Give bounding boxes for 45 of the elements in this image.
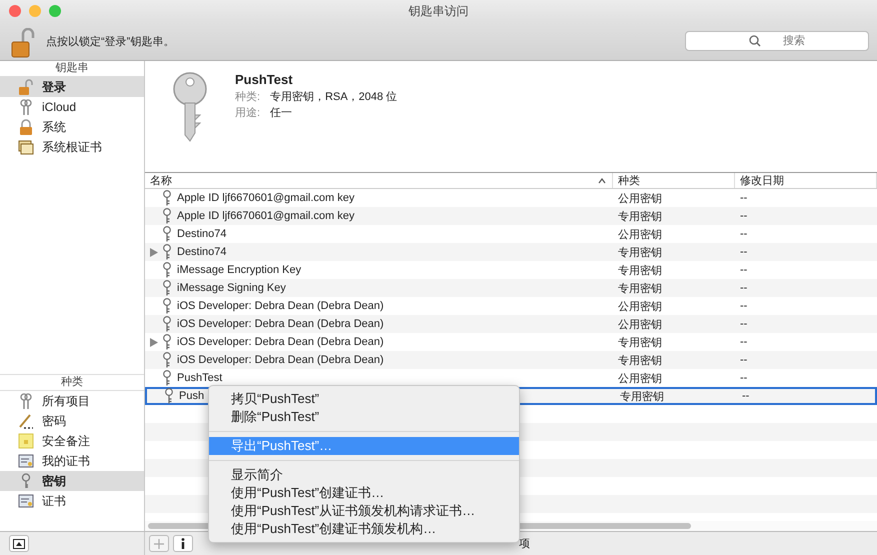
table-cell-text: 公用密钥 <box>618 300 662 314</box>
section-header: 种类 <box>0 374 144 391</box>
table-cell: -- <box>740 264 748 276</box>
table-cell: iOS Developer: Debra Dean (Debra Dean) <box>177 300 384 312</box>
table-cell-text: 公用密钥 <box>618 192 662 206</box>
table-cell: Destino74 <box>177 246 227 258</box>
table-cell: -- <box>740 372 748 384</box>
item-count: 项 <box>519 537 530 551</box>
table-cell: -- <box>740 246 748 258</box>
table-cell: -- <box>740 336 748 348</box>
table-cell-text: 专用密钥 <box>618 246 662 260</box>
table-cell: Push <box>179 390 204 402</box>
table-cell-text: 专用密钥 <box>620 390 664 404</box>
table-cell-text: 专用密钥 <box>618 282 662 296</box>
table-cell: iOS Developer: Debra Dean (Debra Dean) <box>177 336 384 348</box>
table-cell: -- <box>740 354 748 366</box>
table-cell-text: 专用密钥 <box>618 264 662 278</box>
field-value: 专用密钥，RSA，2048 位 <box>270 90 398 105</box>
table-cell: iOS Developer: Debra Dean (Debra Dean) <box>177 318 384 330</box>
field-label: 种类: <box>235 90 260 105</box>
table-cell: -- <box>740 228 748 240</box>
table-cell: PushTest <box>177 372 222 384</box>
table-cell: iMessage Encryption Key <box>177 264 302 276</box>
table-cell-text: 公用密钥 <box>618 228 662 242</box>
table-cell: Destino74 <box>177 228 227 240</box>
table-cell-text: 专用密钥 <box>618 210 662 224</box>
table-cell: -- <box>740 300 748 312</box>
table-cell: iOS Developer: Debra Dean (Debra Dean) <box>177 354 384 366</box>
window-title: 钥匙串访问 <box>408 2 470 20</box>
table-cell-text: 公用密钥 <box>618 372 662 386</box>
table-cell-text: 公用密钥 <box>618 318 662 332</box>
field-label: 用途: <box>235 106 260 121</box>
table-cell: -- <box>740 282 748 294</box>
lock-hint: 点按以锁定“登录”钥匙串。 <box>46 34 176 48</box>
table-cell: -- <box>740 192 748 204</box>
table-cell: iMessage Signing Key <box>177 282 286 294</box>
field-value: 任一 <box>270 106 292 121</box>
table-cell: Apple ID ljf6670601@gmail.com key <box>177 192 354 204</box>
table-cell: -- <box>742 390 750 402</box>
table-cell-text: 专用密钥 <box>618 336 662 350</box>
table-cell-text: 专用密钥 <box>618 354 662 368</box>
table-cell: -- <box>740 318 748 330</box>
table-cell: Apple ID ljf6670601@gmail.com key <box>177 210 354 222</box>
item-name: PushTest <box>235 72 294 87</box>
table-cell: -- <box>740 210 748 222</box>
